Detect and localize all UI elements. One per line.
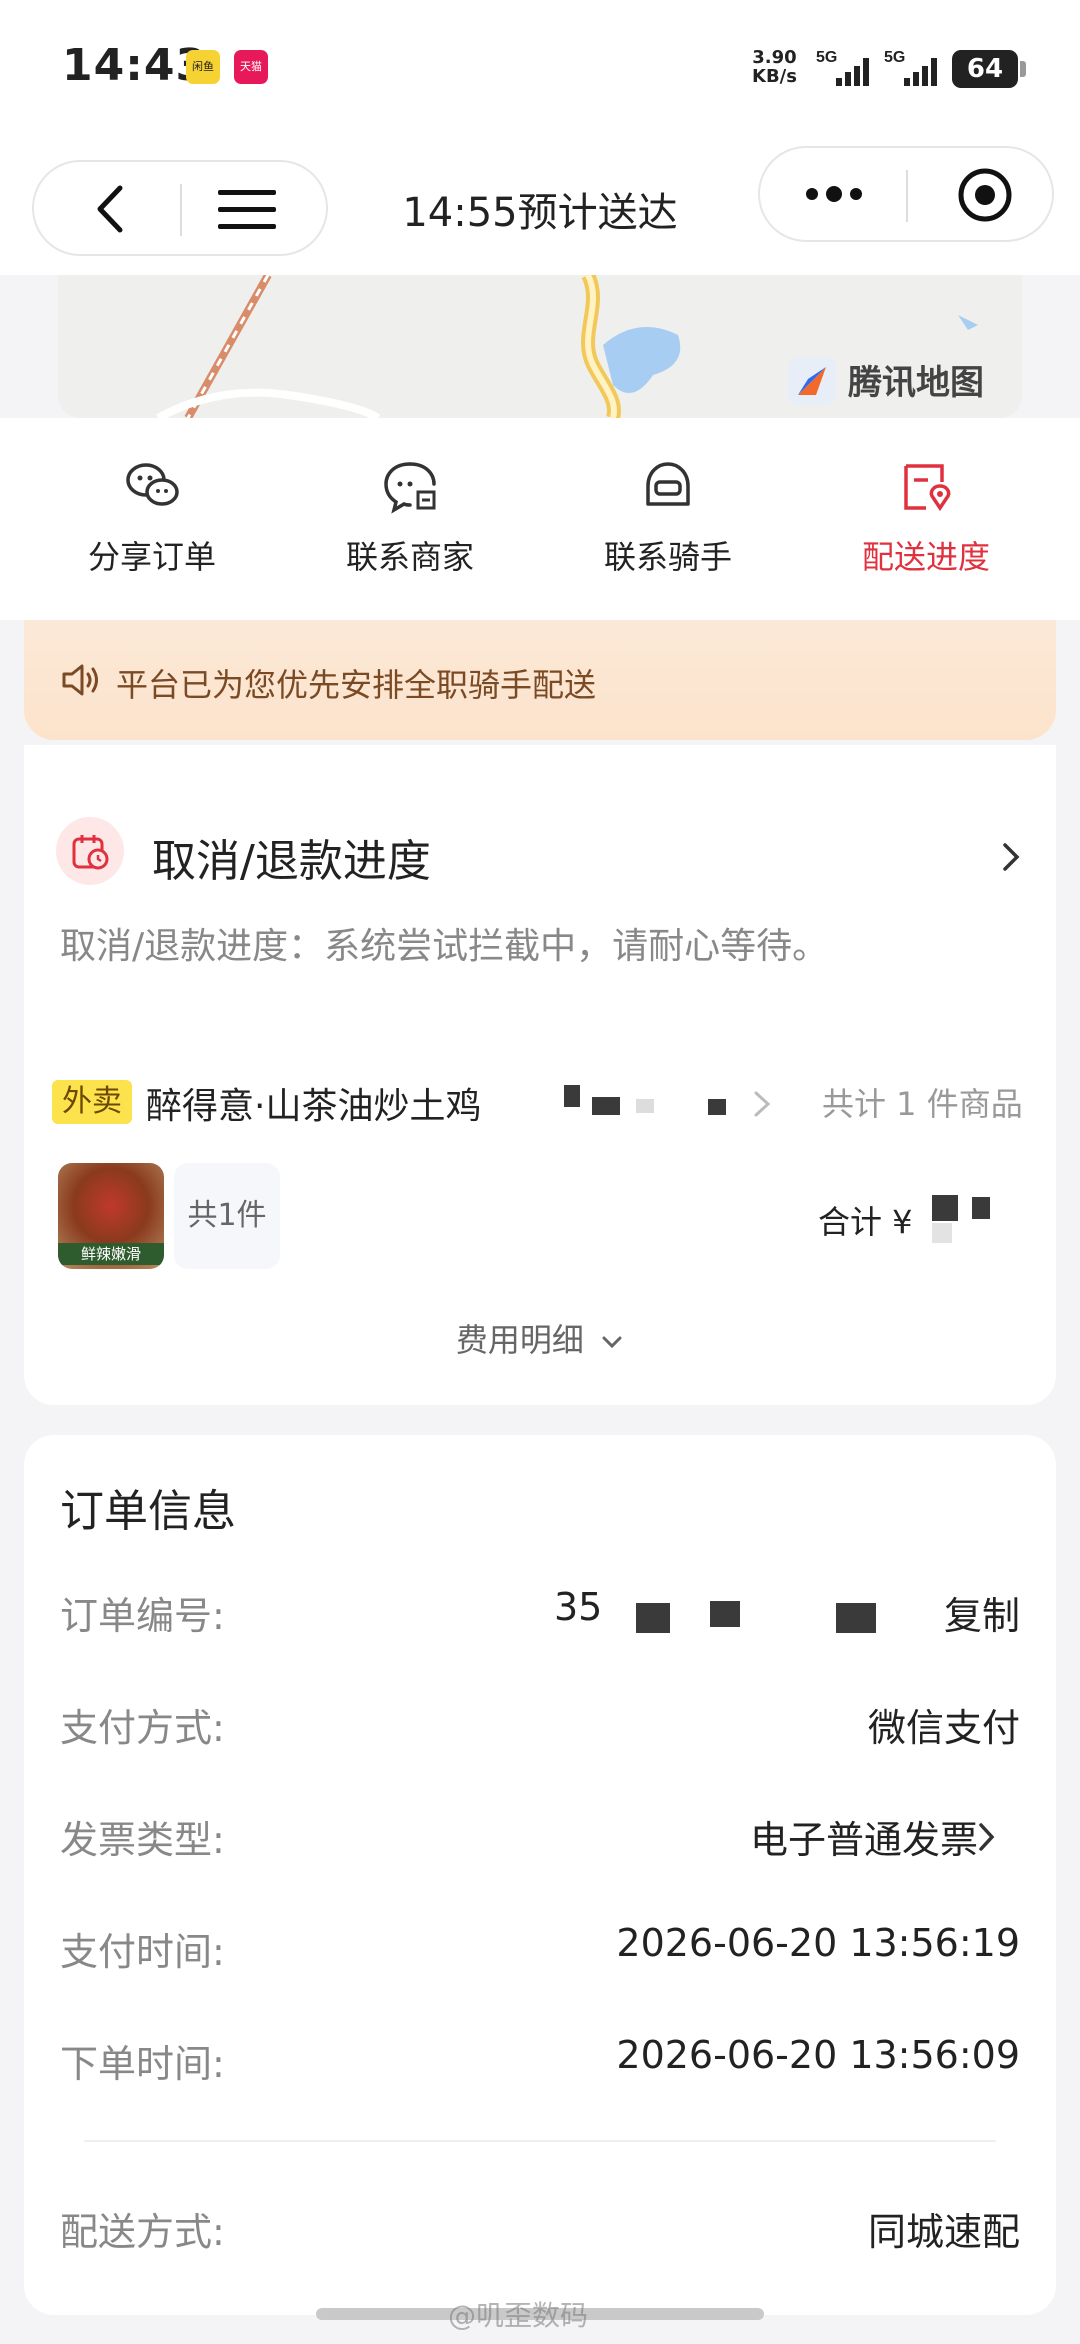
quantity-box: 共1件	[174, 1163, 280, 1269]
priority-rider-notice: 平台已为您优先安排全职骑手配送	[24, 620, 1056, 740]
delivery-method-label: 配送方式:	[60, 2210, 225, 2254]
map-provider-label: 腾讯地图	[848, 363, 984, 403]
share-order-label: 分享订单	[87, 538, 216, 576]
delivery-map[interactable]: 腾讯地图	[58, 275, 1022, 418]
total-price-label: 合计 ¥	[818, 1203, 913, 1241]
redacted-mark	[836, 1603, 876, 1633]
redacted-mark	[636, 1603, 670, 1633]
share-order-button[interactable]: 分享订单	[52, 458, 252, 578]
redacted-mark	[592, 1097, 620, 1115]
contact-merchant-label: 联系商家	[345, 538, 474, 576]
copy-order-number-button[interactable]: 复制	[944, 1585, 1020, 1640]
food-thumbnail[interactable]: 鲜辣嫩滑	[58, 1163, 164, 1269]
page-title: 14:55预计送达	[402, 190, 678, 236]
redacted-mark	[710, 1601, 740, 1627]
order-action-bar: 分享订单 联系商家 联系骑手 配送进度	[0, 418, 1080, 620]
order-number-label: 订单编号:	[60, 1594, 225, 1638]
invoice-type-label: 发票类型:	[60, 1818, 225, 1862]
nav-capsule	[32, 160, 328, 256]
xianyu-app-icon: 闲鱼	[186, 50, 220, 84]
redacted-mark	[636, 1099, 654, 1113]
order-number-value: 35	[554, 1585, 603, 1629]
order-time-value: 2026-06-20 13:56:09	[616, 2033, 1020, 2077]
payment-time-value: 2026-06-20 13:56:19	[616, 1921, 1020, 1965]
fee-detail-toggle[interactable]: 费用明细	[24, 1315, 1056, 1361]
refund-progress-title[interactable]: 取消/退款进度	[152, 825, 431, 889]
network-speed: 3.90 KB/s	[752, 48, 797, 86]
tmall-app-icon: 天猫	[234, 50, 268, 84]
store-chat-icon	[384, 462, 436, 514]
payment-method-value: 微信支付	[867, 1706, 1020, 1750]
header-bar: 14:55预计送达	[0, 140, 1080, 275]
payment-time-label: 支付时间:	[60, 1930, 225, 1974]
invoice-chevron-icon[interactable]	[976, 1821, 998, 1853]
store-name[interactable]: 醉得意·山茶油炒土鸡	[146, 1077, 481, 1129]
order-summary-card: 取消/退款进度 取消/退款进度：系统尝试拦截中，请耐心等待。 外卖 醉得意·山茶…	[24, 745, 1056, 1405]
signal-1-icon: 5G	[816, 49, 869, 86]
delivery-progress-label: 配送进度	[861, 538, 990, 576]
chevron-down-icon	[602, 1336, 622, 1349]
chevron-right-icon[interactable]	[1000, 841, 1022, 873]
redacted-mark	[932, 1195, 958, 1221]
order-info-title: 订单信息	[60, 1486, 236, 1537]
network-speed-unit: KB/s	[752, 66, 797, 87]
status-bar: 14:43 闲鱼 天猫 3.90 KB/s 5G 5G 64	[0, 0, 1080, 140]
network-speed-value: 3.90	[752, 47, 797, 68]
capsule-divider	[180, 184, 182, 236]
delivery-method-value: 同城速配	[867, 2210, 1020, 2254]
back-arrow-icon[interactable]	[92, 184, 132, 234]
item-count-summary: 共计 1 件商品	[822, 1085, 1023, 1123]
food-thumbnail-label: 鲜辣嫩滑	[58, 1243, 164, 1265]
wechat-share-icon	[126, 463, 179, 506]
miniapp-capsule	[758, 146, 1054, 242]
delivery-progress-button[interactable]: 配送进度	[826, 458, 1026, 578]
capsule-divider	[906, 170, 908, 222]
refund-progress-description: 取消/退款进度：系统尝试拦截中，请耐心等待。	[60, 926, 829, 967]
order-time-label: 下单时间:	[60, 2042, 225, 2086]
redacted-mark	[708, 1099, 726, 1115]
rider-helmet-icon	[646, 462, 690, 506]
speaker-icon	[62, 664, 98, 696]
redacted-mark	[932, 1223, 952, 1243]
signal-2-label: 5G	[884, 49, 905, 66]
contact-merchant-button[interactable]: 联系商家	[310, 458, 510, 578]
fee-detail-label: 费用明细	[455, 1321, 584, 1359]
more-dots-icon[interactable]	[802, 176, 866, 212]
delivery-progress-icon	[904, 464, 951, 512]
redacted-mark	[564, 1085, 580, 1107]
contact-rider-label: 联系骑手	[603, 538, 732, 576]
battery-indicator: 64	[952, 50, 1026, 88]
signal-2-icon: 5G	[884, 49, 937, 86]
calendar-clock-icon	[72, 835, 109, 870]
redacted-mark	[972, 1197, 990, 1219]
signal-1-label: 5G	[816, 49, 837, 66]
tencent-map-logo-icon	[788, 357, 836, 405]
refund-progress-icon-wrapper	[56, 817, 124, 885]
notice-text: 平台已为您优先安排全职骑手配送	[116, 666, 597, 704]
payment-method-label: 支付方式:	[60, 1706, 225, 1750]
menu-icon[interactable]	[216, 186, 278, 234]
order-info-card: 订单信息 订单编号: 35 复制 支付方式: 微信支付 发票类型: 电子普通发票…	[24, 1435, 1056, 2315]
watermark: @叽歪数码	[448, 2299, 589, 2332]
close-miniapp-icon[interactable]	[956, 166, 1014, 224]
info-divider	[84, 2140, 996, 2142]
contact-rider-button[interactable]: 联系骑手	[568, 458, 768, 578]
store-chevron-icon[interactable]	[752, 1089, 772, 1119]
invoice-type-value[interactable]: 电子普通发票	[750, 1809, 978, 1864]
takeout-tag: 外卖	[52, 1080, 132, 1124]
